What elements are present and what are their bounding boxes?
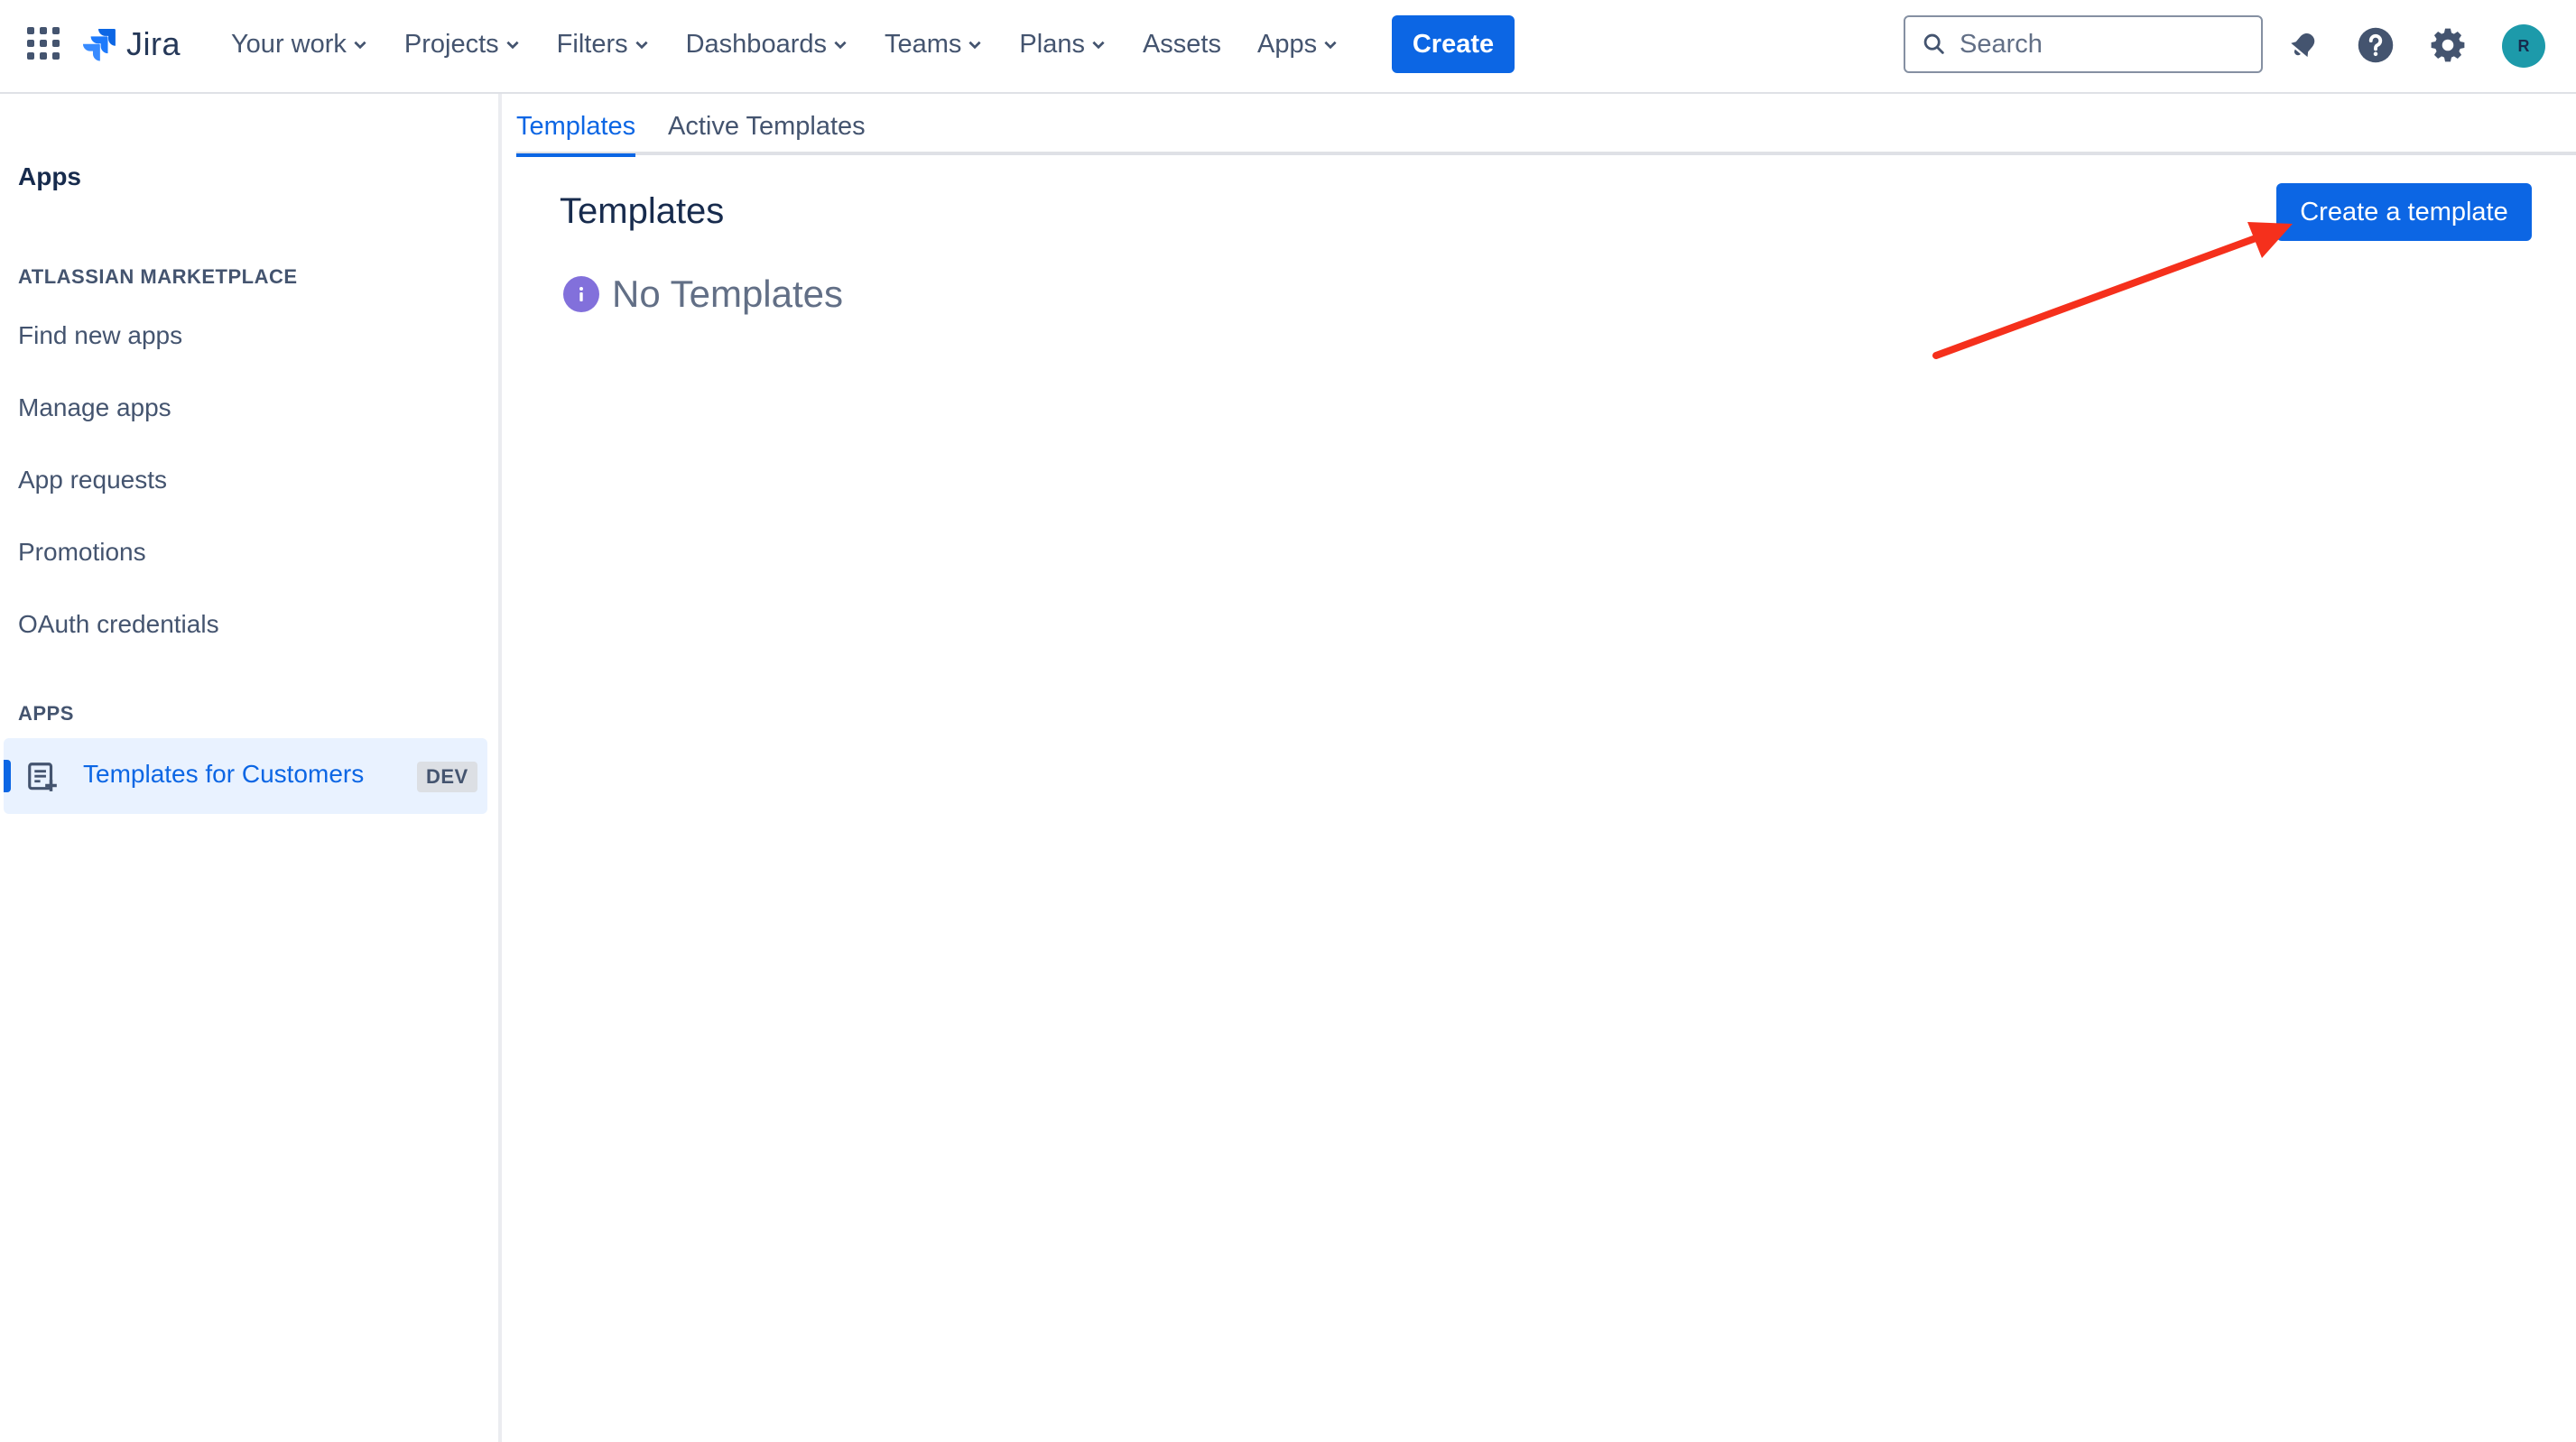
selected-indicator: [4, 760, 11, 792]
notifications-icon[interactable]: [2284, 25, 2323, 65]
nav-projects[interactable]: Projects: [404, 30, 521, 60]
sidebar-section-apps: APPS: [18, 702, 74, 725]
create-button[interactable]: Create: [1392, 15, 1515, 73]
jira-logo-text: Jira: [126, 25, 181, 62]
nav-your-work-label: Your work: [231, 29, 347, 59]
annotation-arrow-icon: [1932, 222, 2293, 359]
search-icon: [1923, 33, 1944, 54]
search-box[interactable]: [1904, 15, 2263, 73]
search-input[interactable]: [1960, 29, 2248, 60]
nav-assets[interactable]: Assets: [1143, 30, 1221, 60]
top-navigation: Jira Your work Projects Filters Dashboar…: [0, 0, 2576, 94]
sidebar-item-manage-apps[interactable]: Manage apps: [18, 393, 171, 422]
sidebar-item-find-new-apps[interactable]: Find new apps: [18, 321, 182, 350]
info-icon: [563, 276, 599, 312]
empty-state: No Templates: [563, 273, 843, 316]
help-icon[interactable]: [2356, 25, 2395, 65]
nav-apps-label: Apps: [1256, 29, 1318, 59]
sidebar-item-oauth-credentials[interactable]: OAuth credentials: [18, 610, 219, 639]
tab-bar: Templates Active Templates: [516, 94, 2576, 157]
chevron-down-icon: [1324, 41, 1337, 50]
nav-plans-label: Plans: [1019, 29, 1085, 59]
sidebar-item-label: Templates for Customers: [83, 760, 365, 788]
nav-teams-label: Teams: [884, 29, 962, 59]
chevron-down-icon: [354, 41, 366, 50]
avatar[interactable]: R: [2502, 24, 2545, 68]
sidebar-item-app-requests[interactable]: App requests: [18, 466, 167, 495]
jira-logo[interactable]: Jira: [79, 23, 181, 65]
question-circle-icon: [2358, 27, 2394, 63]
nav-filters[interactable]: Filters: [557, 30, 650, 60]
primary-nav: Your work Projects Filters Dashboards Te…: [231, 24, 1375, 64]
nav-teams[interactable]: Teams: [885, 30, 983, 60]
sidebar-item-templates-for-customers[interactable]: Templates for Customers DEV: [4, 738, 487, 814]
page-title: Templates: [560, 191, 725, 231]
dev-badge: DEV: [417, 762, 477, 792]
sidebar-title: Apps: [18, 162, 81, 190]
jira-logo-icon: [82, 28, 116, 61]
sidebar-section-marketplace: ATLASSIAN MARKETPLACE: [18, 265, 298, 288]
settings-icon[interactable]: [2428, 25, 2468, 65]
template-app-icon: [28, 763, 57, 791]
empty-state-text: No Templates: [612, 273, 844, 315]
nav-apps[interactable]: Apps: [1257, 30, 1339, 60]
chevron-down-icon: [968, 41, 981, 50]
tab-bar-divider: [516, 152, 2576, 155]
sidebar: Apps ATLASSIAN MARKETPLACE Find new apps…: [0, 94, 502, 1442]
chevron-down-icon: [506, 41, 519, 50]
chevron-down-icon: [635, 41, 648, 50]
app-switcher-icon[interactable]: [27, 27, 60, 60]
nav-plans[interactable]: Plans: [1019, 30, 1107, 60]
nav-dashboards-label: Dashboards: [685, 29, 827, 59]
tab-templates[interactable]: Templates: [516, 112, 636, 157]
nav-filters-label: Filters: [556, 29, 628, 59]
chevron-down-icon: [834, 41, 847, 50]
sidebar-item-promotions[interactable]: Promotions: [18, 538, 146, 567]
nav-assets-label: Assets: [1142, 29, 1221, 59]
gear-icon: [2431, 28, 2465, 62]
chevron-down-icon: [1092, 41, 1105, 50]
tab-active-templates[interactable]: Active Templates: [668, 112, 866, 142]
bell-icon: [2291, 33, 2315, 58]
nav-dashboards[interactable]: Dashboards: [686, 30, 848, 60]
nav-projects-label: Projects: [403, 29, 499, 59]
nav-your-work[interactable]: Your work: [231, 30, 368, 60]
